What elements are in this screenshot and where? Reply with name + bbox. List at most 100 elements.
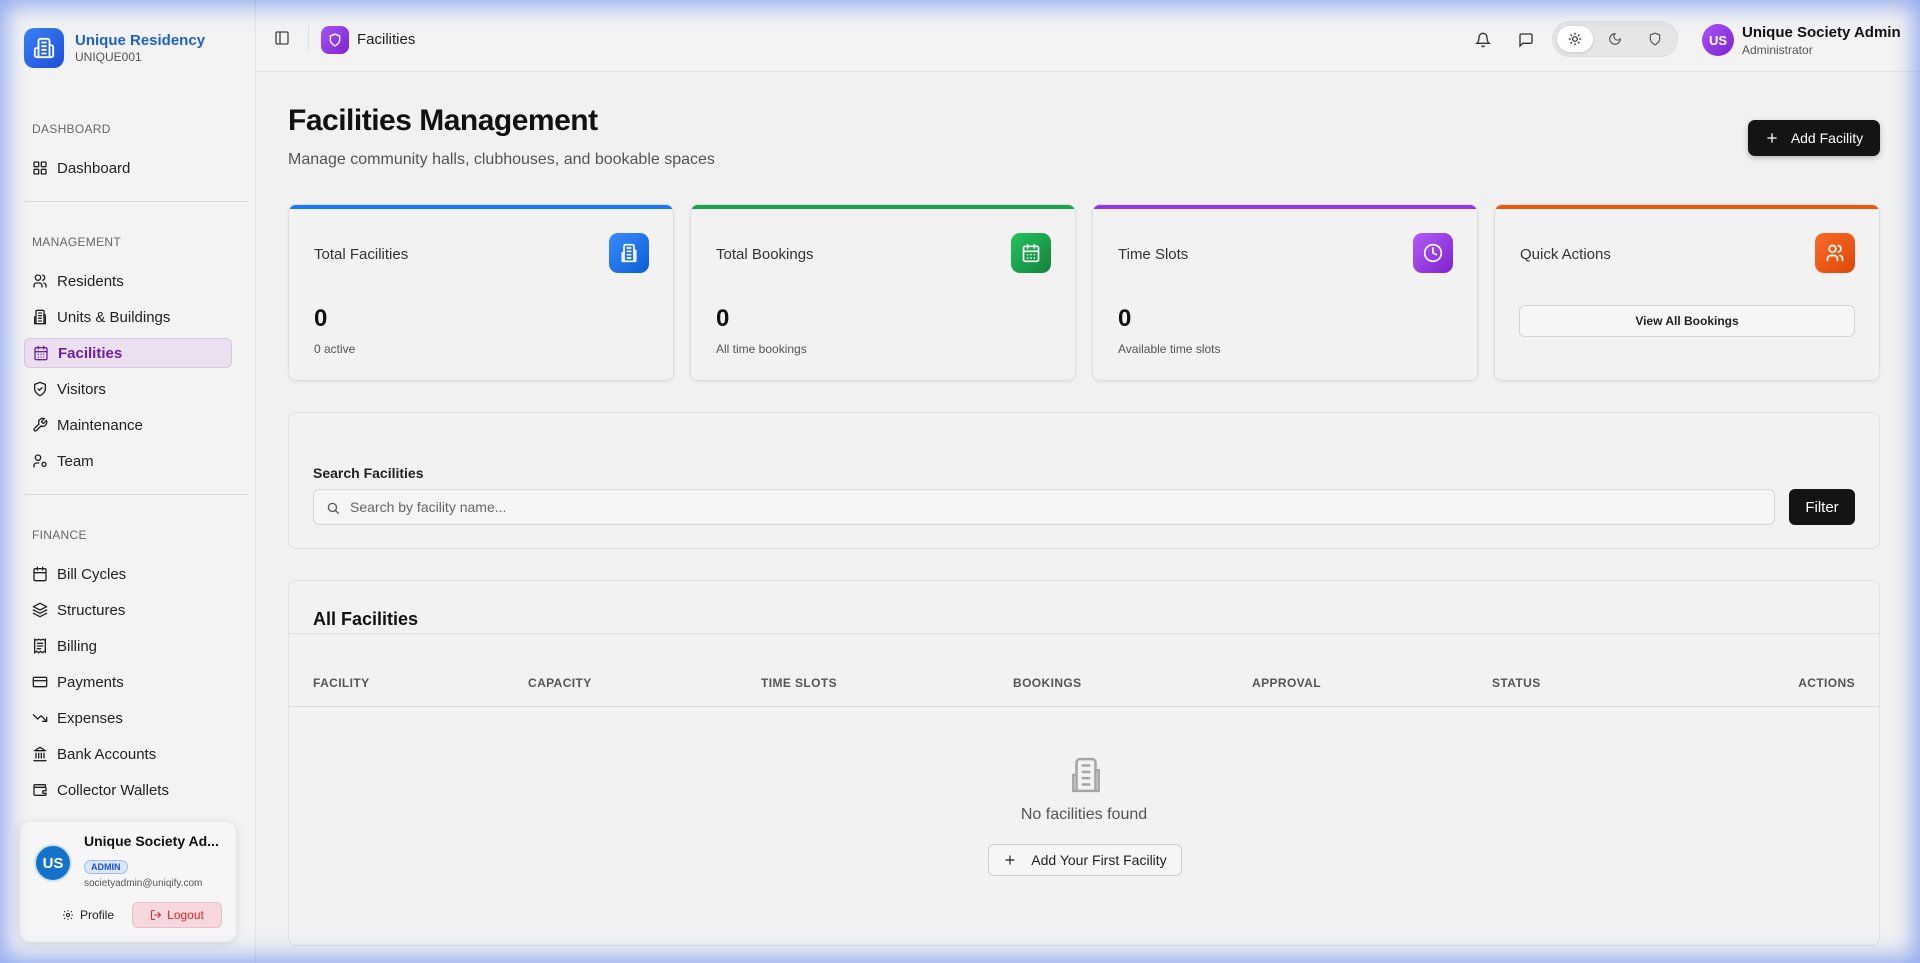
column-header-facility[interactable]: FACILITY <box>313 676 370 690</box>
bank-icon <box>33 746 47 762</box>
sidebar-item-label: Visitors <box>57 380 106 398</box>
brand[interactable]: Unique Residency UNIQUE001 <box>24 28 205 68</box>
sidebar-item-payments[interactable]: Payments <box>24 667 232 697</box>
sidebar-item-label: Structures <box>57 601 126 619</box>
layers-icon <box>32 602 48 618</box>
theme-switcher <box>1552 21 1678 57</box>
shield-check-icon <box>34 381 46 397</box>
add-facility-button[interactable]: Add Facility <box>1748 120 1880 156</box>
filter-button[interactable]: Filter <box>1789 489 1855 525</box>
users-icon <box>1815 233 1855 273</box>
stat-label: Quick Actions <box>1520 246 1611 263</box>
receipt-icon <box>34 638 46 654</box>
column-header-capacity[interactable]: CAPACITY <box>528 676 592 690</box>
search-icon <box>327 502 339 514</box>
user-email: societyadmin@uniqify.com <box>84 878 203 889</box>
sidebar-item-label: Expenses <box>57 709 123 727</box>
stat-label: Time Slots <box>1118 246 1189 263</box>
add-first-facility-button[interactable]: Add Your First Facility <box>988 844 1182 876</box>
sidebar-item-label: Bank Accounts <box>57 745 157 763</box>
view-all-bookings-button[interactable]: View All Bookings <box>1519 305 1855 337</box>
user-name: Unique Society Ad... <box>84 833 219 849</box>
column-header-actions: ACTIONS <box>1798 676 1855 690</box>
gear-icon <box>63 910 73 920</box>
avatar: US <box>34 844 72 882</box>
nav-section-management: MANAGEMENT Residents Units & Buildings F… <box>0 232 256 482</box>
stat-note: All time bookings <box>716 342 807 356</box>
sidebar-item-dashboard[interactable]: Dashboard <box>24 153 232 183</box>
card-accent <box>1093 205 1477 209</box>
logout-button[interactable]: Logout <box>132 902 222 928</box>
theme-system-button[interactable] <box>1637 26 1673 52</box>
profile-label: Profile <box>80 908 115 922</box>
page-subtitle: Manage community halls, clubhouses, and … <box>288 151 715 168</box>
sidebar-item-facilities[interactable]: Facilities <box>24 338 232 368</box>
divider <box>289 633 1879 634</box>
stat-label: Total Facilities <box>314 246 409 263</box>
profile-button[interactable]: Profile <box>50 902 126 928</box>
sidebar-item-label: Dashboard <box>57 159 131 177</box>
logout-icon <box>151 910 162 920</box>
stat-value: 0 <box>1118 305 1132 332</box>
sidebar-item-maintenance[interactable]: Maintenance <box>24 410 232 440</box>
nav-section-finance: FINANCE Bill Cycles Structures Billing P… <box>0 525 256 811</box>
stat-value: 0 <box>314 305 328 332</box>
sidebar-item-label: Units & Buildings <box>57 308 171 326</box>
breadcrumb: Facilities <box>357 31 416 48</box>
credit-card-icon <box>32 676 48 688</box>
theme-light-button[interactable] <box>1557 26 1593 52</box>
sidebar-item-label: Bill Cycles <box>57 565 127 583</box>
sidebar-item-visitors[interactable]: Visitors <box>24 374 232 404</box>
empty-state-text: No facilities found <box>1020 806 1148 823</box>
nav-divider <box>24 494 248 495</box>
stat-card-total-bookings: Total Bookings 0 All time bookings <box>690 204 1076 381</box>
sidebar-item-collector-wallets[interactable]: Collector Wallets <box>24 775 232 805</box>
column-header-time-slots[interactable]: TIME SLOTS <box>761 676 837 690</box>
user-cog-icon <box>33 454 47 468</box>
sidebar-toggle-icon[interactable] <box>274 30 290 46</box>
search-field <box>313 489 1775 525</box>
theme-dark-button[interactable] <box>1597 26 1633 52</box>
sidebar-item-team[interactable]: Team <box>24 446 232 476</box>
sidebar-item-label: Billing <box>57 637 98 655</box>
building-icon <box>34 309 46 325</box>
stat-note: Available time slots <box>1118 342 1221 356</box>
column-header-approval[interactable]: APPROVAL <box>1252 676 1321 690</box>
nav-heading: DASHBOARD <box>32 122 111 136</box>
card-accent <box>289 205 673 209</box>
trend-down-icon <box>32 714 48 722</box>
search-panel: Search Facilities Filter <box>288 412 1880 549</box>
main-content: Facilities Management Manage community h… <box>256 72 1920 963</box>
wrench-icon <box>33 417 48 432</box>
user-name[interactable]: Unique Society Admin <box>1742 24 1901 41</box>
sidebar-item-units-buildings[interactable]: Units & Buildings <box>24 302 232 332</box>
sidebar-item-label: Facilities <box>58 344 123 362</box>
column-header-bookings[interactable]: BOOKINGS <box>1013 676 1082 690</box>
sidebar-item-billing[interactable]: Billing <box>24 631 232 661</box>
search-input[interactable] <box>350 490 1760 524</box>
building-icon <box>609 233 649 273</box>
logout-label: Logout <box>167 908 204 922</box>
stat-value: 0 <box>716 305 730 332</box>
avatar[interactable]: US <box>1702 24 1734 56</box>
sidebar-item-label: Team <box>57 452 94 470</box>
sidebar-item-structures[interactable]: Structures <box>24 595 232 625</box>
divider <box>308 26 309 50</box>
sidebar-item-bank-accounts[interactable]: Bank Accounts <box>24 739 232 769</box>
clock-icon <box>1413 233 1453 273</box>
add-facility-label: Add Facility <box>1790 130 1864 146</box>
shield-icon <box>321 26 349 54</box>
page-title: Facilities Management <box>288 104 598 137</box>
divider <box>289 706 1879 707</box>
message-icon[interactable] <box>1518 32 1534 48</box>
sidebar-item-expenses[interactable]: Expenses <box>24 703 232 733</box>
wallet-icon <box>33 784 47 796</box>
bell-icon[interactable] <box>1475 32 1491 48</box>
calendar-icon <box>33 566 47 582</box>
column-header-status[interactable]: STATUS <box>1492 676 1541 690</box>
sidebar-item-bill-cycles[interactable]: Bill Cycles <box>24 559 232 589</box>
brand-code: UNIQUE001 <box>75 49 142 64</box>
sidebar-item-residents[interactable]: Residents <box>24 266 232 296</box>
plus-icon <box>1767 133 1777 143</box>
nav-heading: FINANCE <box>32 528 87 542</box>
